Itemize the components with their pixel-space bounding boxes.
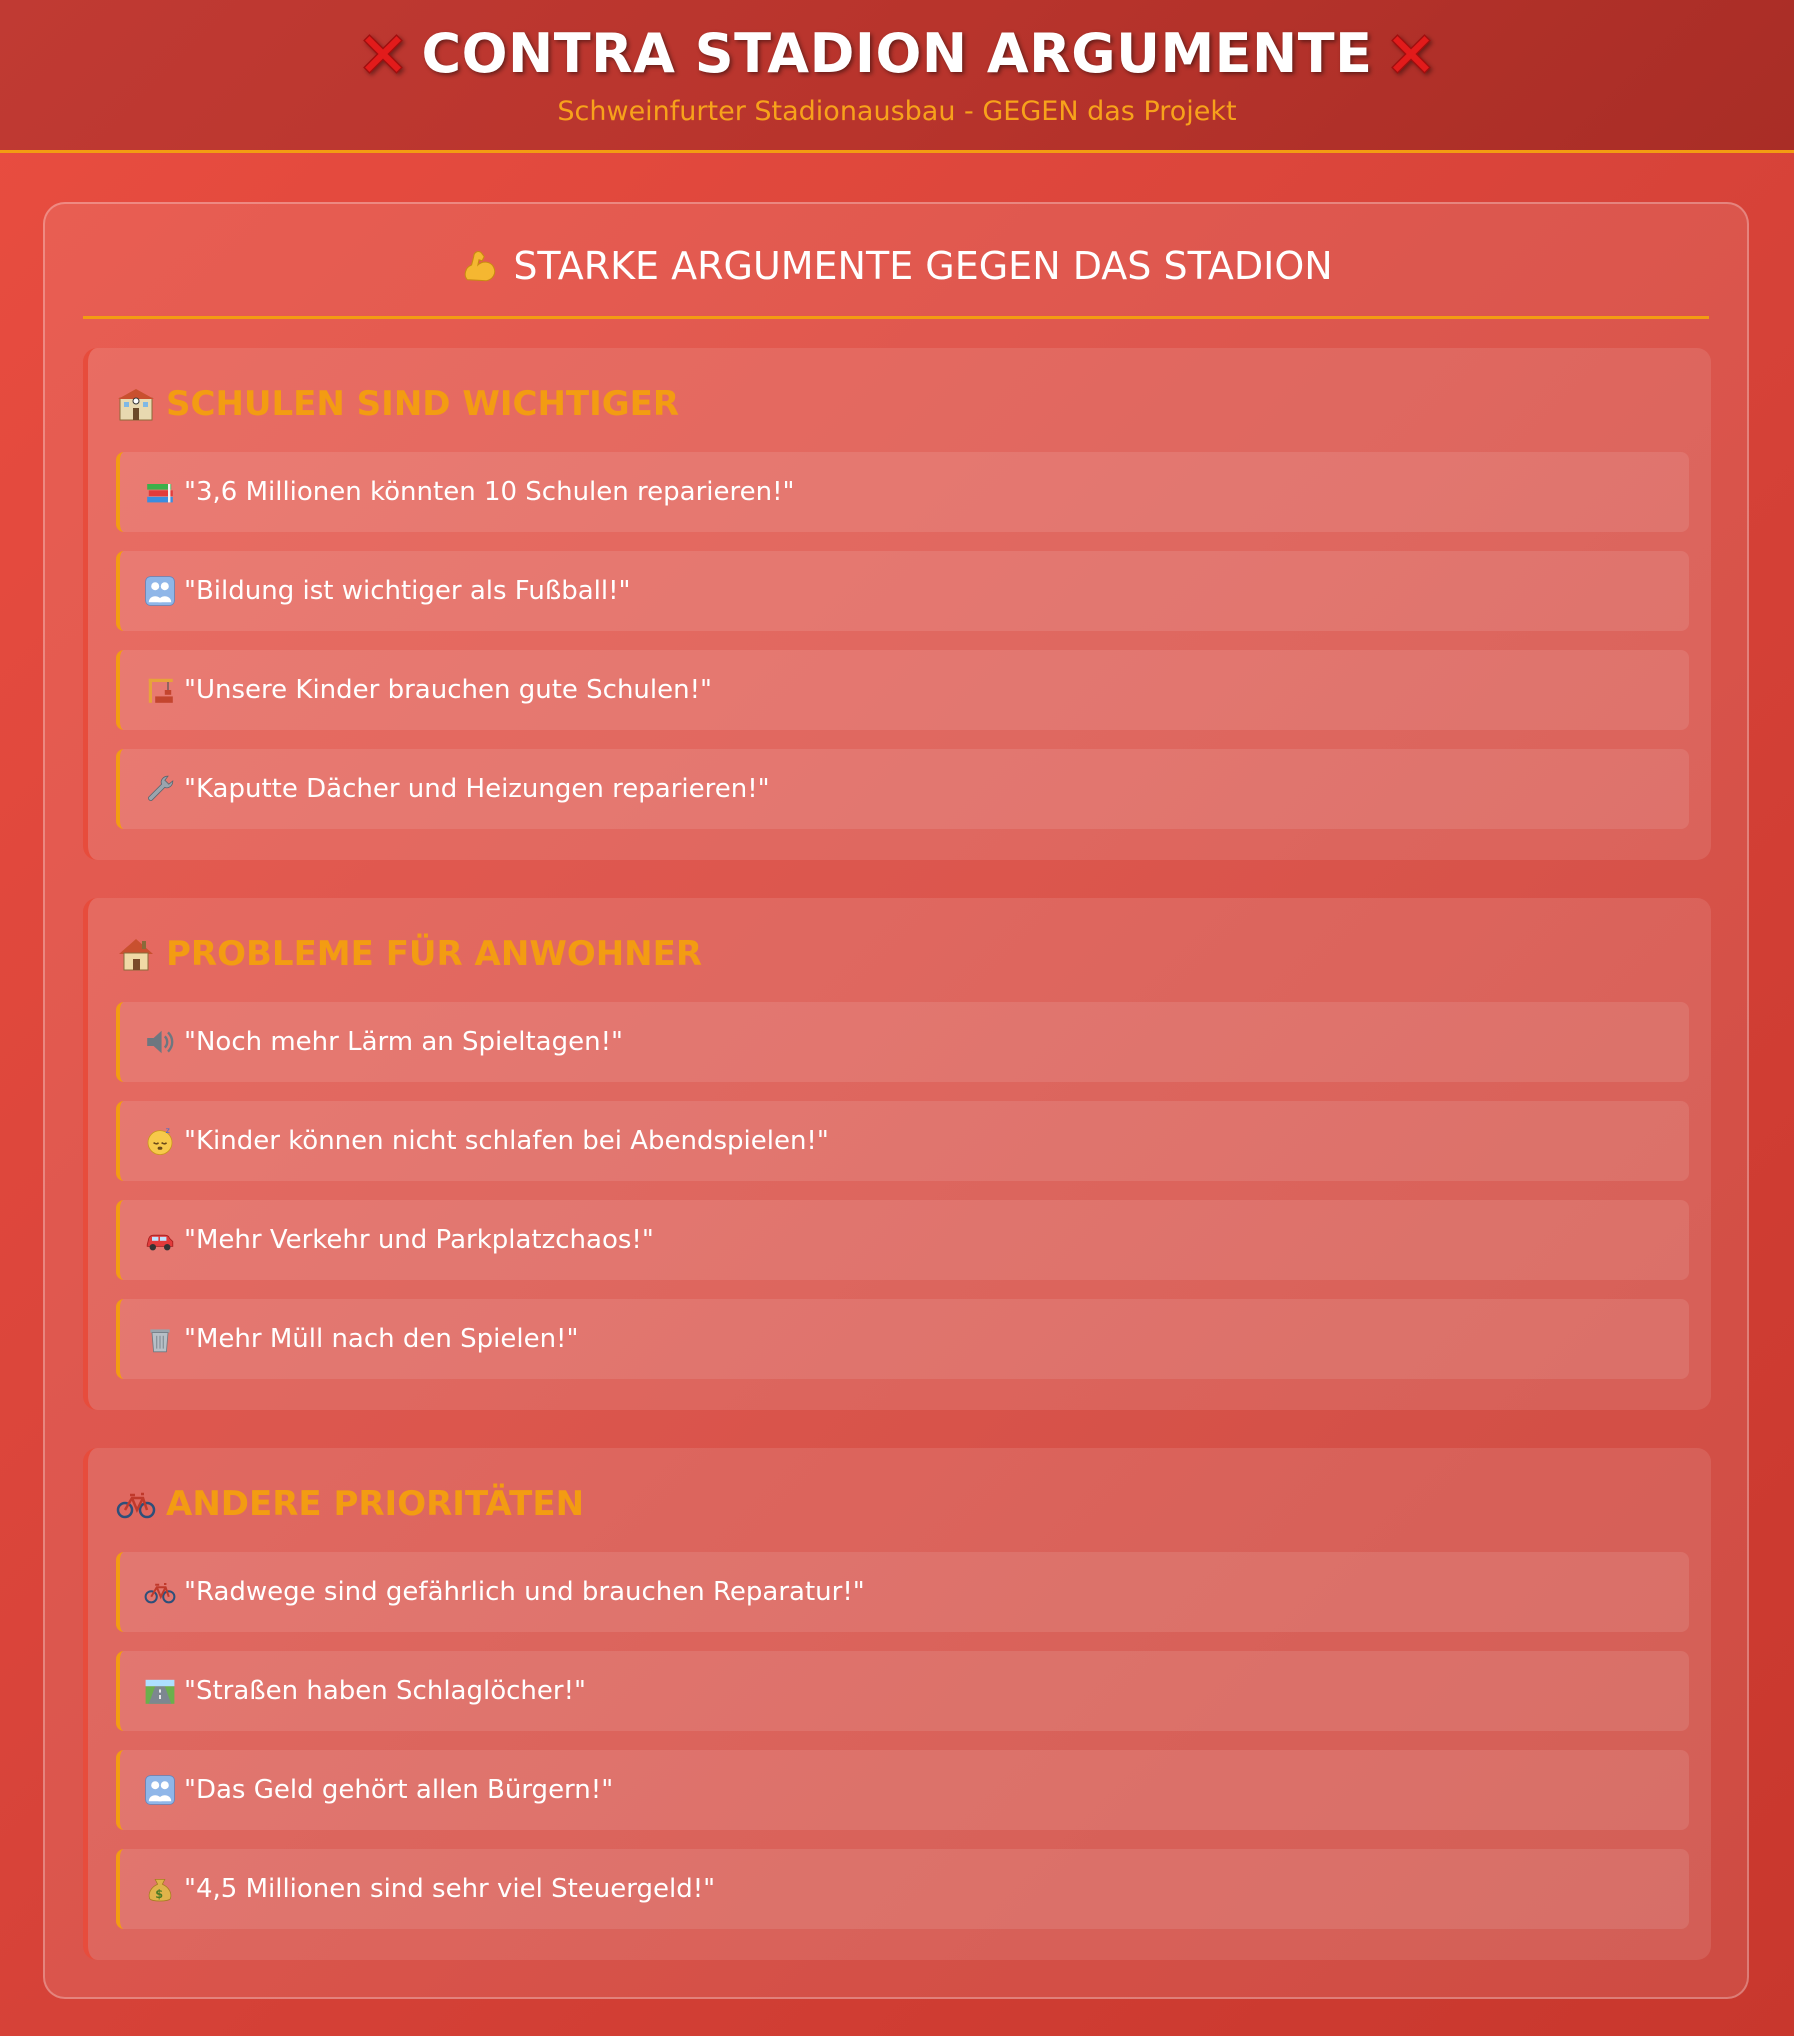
title-row: CONTRA STADION ARGUMENTE [0, 22, 1794, 85]
section-anwohner: PROBLEME FÜR ANWOHNER "Noch mehr Lärm an… [83, 898, 1711, 1410]
family-icon [144, 1774, 176, 1806]
argument-item: "Mehr Verkehr und Parkplatzchaos!" [116, 1200, 1689, 1280]
money-bag-icon [144, 1873, 176, 1905]
panel-title-row: STARKE ARGUMENTE GEGEN DAS STADION [83, 244, 1709, 319]
argument-text: "Mehr Müll nach den Spielen!" [184, 1324, 579, 1354]
bicycle-icon [116, 1484, 156, 1524]
section-heading: SCHULEN SIND WICHTIGER [116, 384, 679, 424]
argument-item: "Kinder können nicht schlafen bei Abends… [116, 1101, 1689, 1181]
section-heading: ANDERE PRIORITÄTEN [116, 1484, 584, 1524]
section-heading: PROBLEME FÜR ANWOHNER [116, 934, 702, 974]
arguments-panel: STARKE ARGUMENTE GEGEN DAS STADION SCHUL… [43, 202, 1749, 1999]
section-schulen: SCHULEN SIND WICHTIGER "3,6 Millionen kö… [83, 348, 1711, 860]
argument-text: "Noch mehr Lärm an Spieltagen!" [184, 1027, 623, 1057]
house-icon [116, 934, 156, 974]
section-prioritaeten: ANDERE PRIORITÄTEN "Radwege sind gefährl… [83, 1448, 1711, 1960]
argument-item: "Mehr Müll nach den Spielen!" [116, 1299, 1689, 1379]
wrench-icon [144, 773, 176, 805]
trash-can-icon [144, 1323, 176, 1355]
family-icon [144, 575, 176, 607]
section-heading-label: PROBLEME FÜR ANWOHNER [166, 934, 703, 974]
page-header: CONTRA STADION ARGUMENTE Schweinfurter S… [0, 0, 1794, 153]
argument-item: "Bildung ist wichtiger als Fußball!" [116, 551, 1689, 631]
argument-text: "Das Geld gehört allen Bürgern!" [184, 1775, 614, 1805]
argument-item: "Straßen haben Schlaglöcher!" [116, 1651, 1689, 1731]
page-title: CONTRA STADION ARGUMENTE [421, 22, 1373, 85]
road-icon [144, 1675, 176, 1707]
page-subtitle: Schweinfurter Stadionausbau - GEGEN das … [557, 96, 1237, 127]
cross-mark-icon [356, 27, 410, 81]
flexed-biceps-icon [459, 244, 501, 286]
argument-text: "Radwege sind gefährlich und brauchen Re… [184, 1577, 865, 1607]
bicycle-icon [144, 1576, 176, 1608]
books-icon [144, 476, 176, 508]
argument-text: "Bildung ist wichtiger als Fußball!" [184, 576, 631, 606]
argument-text: "3,6 Millionen könnten 10 Schulen repari… [184, 477, 795, 507]
argument-text: "Kinder können nicht schlafen bei Abends… [184, 1126, 829, 1156]
school-icon [116, 384, 156, 424]
section-heading-label: ANDERE PRIORITÄTEN [166, 1484, 585, 1524]
argument-item: "4,5 Millionen sind sehr viel Steuergeld… [116, 1849, 1689, 1929]
panel-title: STARKE ARGUMENTE GEGEN DAS STADION [513, 244, 1333, 288]
argument-item: "Das Geld gehört allen Bürgern!" [116, 1750, 1689, 1830]
argument-text: "Kaputte Dächer und Heizungen reparieren… [184, 774, 770, 804]
argument-item: "3,6 Millionen könnten 10 Schulen repari… [116, 452, 1689, 532]
construction-icon [144, 674, 176, 706]
cross-mark-icon [1384, 27, 1438, 81]
section-heading-label: SCHULEN SIND WICHTIGER [166, 384, 680, 424]
argument-item: "Kaputte Dächer und Heizungen reparieren… [116, 749, 1689, 829]
argument-item: "Radwege sind gefährlich und brauchen Re… [116, 1552, 1689, 1632]
argument-text: "Unsere Kinder brauchen gute Schulen!" [184, 675, 712, 705]
sleeping-face-icon [144, 1125, 176, 1157]
argument-text: "Straßen haben Schlaglöcher!" [184, 1676, 586, 1706]
argument-text: "4,5 Millionen sind sehr viel Steuergeld… [184, 1874, 716, 1904]
argument-text: "Mehr Verkehr und Parkplatzchaos!" [184, 1225, 654, 1255]
speaker-icon [144, 1026, 176, 1058]
argument-item: "Noch mehr Lärm an Spieltagen!" [116, 1002, 1689, 1082]
car-icon [144, 1224, 176, 1256]
argument-item: "Unsere Kinder brauchen gute Schulen!" [116, 650, 1689, 730]
